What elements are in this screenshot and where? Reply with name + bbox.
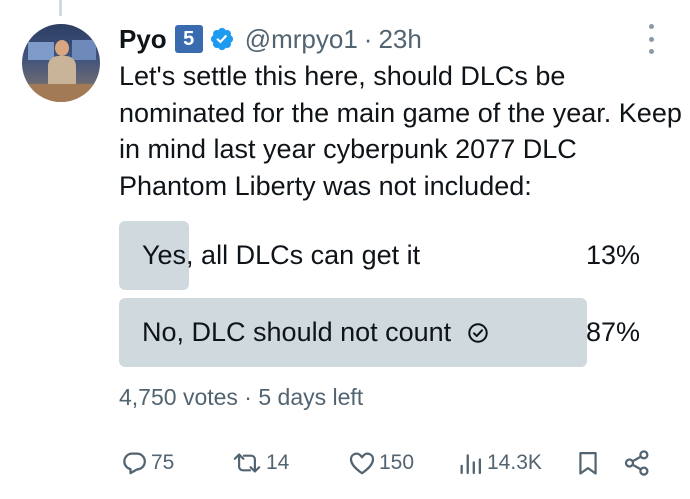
avatar[interactable]: [22, 24, 100, 102]
avatar-desk: [22, 84, 100, 102]
timestamp[interactable]: 23h: [378, 24, 421, 55]
poll-option[interactable]: Yes, all DLCs can get it 13%: [119, 221, 657, 290]
poll-option-percent: 13%: [585, 240, 640, 270]
like-count: 150: [379, 451, 415, 474]
reply-icon: [123, 452, 146, 475]
poll-meta: 4,750 votes · 5 days left: [119, 384, 364, 410]
check-circle-icon: [468, 322, 488, 343]
repost-icon: [233, 453, 261, 473]
avatar-background-screen: [72, 40, 96, 60]
action-bar: 75 14 150 14.3K: [119, 446, 659, 480]
reply-count: 75: [151, 451, 175, 474]
separator-dot: ·: [363, 23, 373, 54]
user-handle[interactable]: @mrpyo1: [245, 24, 358, 55]
tweet-header: Pyo 5 @mrpyo1 · 23h: [119, 22, 422, 56]
bookmark-icon: [579, 451, 597, 475]
more-options-icon[interactable]: [643, 24, 659, 54]
views-chart-icon: [460, 454, 482, 475]
repost-button[interactable]: 14: [230, 446, 289, 480]
heart-icon: [349, 452, 375, 475]
poll-option-label: No, DLC should not count: [142, 317, 452, 347]
poll-option[interactable]: No, DLC should not count 87%: [119, 298, 657, 367]
affiliate-badge[interactable]: 5: [174, 25, 203, 53]
poll: Yes, all DLCs can get it 13% No, DLC sho…: [119, 221, 657, 375]
reply-button[interactable]: 75: [119, 446, 174, 480]
views-button[interactable]: 14.3K: [457, 446, 542, 480]
repost-count: 14: [266, 451, 290, 474]
tweet-text: Let's settle this here, should DLCs be n…: [119, 61, 682, 201]
views-count: 14.3K: [487, 451, 542, 474]
share-button[interactable]: [622, 446, 652, 480]
thread-connector-line: [59, 0, 62, 16]
share-icon: [624, 450, 649, 476]
display-name[interactable]: Pyo: [119, 24, 167, 55]
like-button[interactable]: 150: [347, 446, 414, 480]
avatar-background-screen: [28, 42, 54, 60]
poll-option-label: Yes, all DLCs can get it: [142, 240, 421, 270]
poll-option-percent: 87%: [585, 317, 640, 347]
bookmark-button[interactable]: [574, 446, 602, 480]
verified-badge-icon[interactable]: [209, 26, 235, 52]
avatar-person-head: [55, 40, 69, 56]
